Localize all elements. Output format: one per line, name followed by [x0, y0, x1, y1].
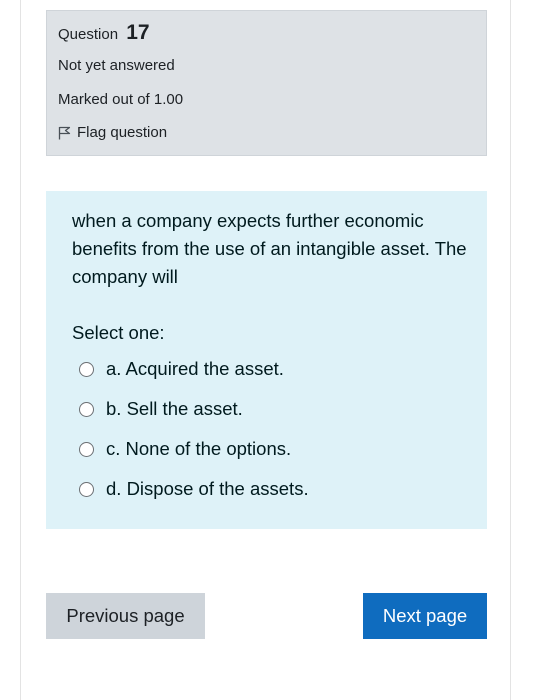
option-c-label[interactable]: c. None of the options.: [106, 438, 291, 460]
option-d[interactable]: d. Dispose of the assets.: [79, 478, 309, 500]
radio-button-c[interactable]: [79, 441, 94, 457]
question-number: 17: [126, 21, 150, 44]
radio-button-d[interactable]: [79, 481, 94, 497]
flag-question-link[interactable]: Flag question: [58, 124, 167, 141]
radio-button-a[interactable]: [79, 361, 94, 377]
option-c[interactable]: c. None of the options.: [79, 438, 291, 460]
question-title: Question 17: [58, 21, 150, 45]
question-marks: Marked out of 1.00: [58, 91, 184, 108]
option-b-label[interactable]: b. Sell the asset.: [106, 398, 243, 420]
flag-question-label: Flag question: [77, 124, 168, 141]
previous-page-button[interactable]: Previous page: [46, 593, 205, 639]
option-a[interactable]: a. Acquired the asset.: [79, 358, 284, 380]
option-b[interactable]: b. Sell the asset.: [79, 398, 243, 420]
radio-button-b[interactable]: [79, 401, 94, 417]
option-a-label[interactable]: a. Acquired the asset.: [106, 358, 284, 380]
question-label: Question: [58, 26, 119, 43]
question-content: when a company expects further economic …: [46, 191, 487, 529]
question-text: when a company expects further economic …: [72, 210, 467, 287]
answer-status: Not yet answered: [58, 57, 175, 74]
option-d-label[interactable]: d. Dispose of the assets.: [106, 478, 309, 500]
question-info-panel: Question 17 Not yet answered Marked out …: [46, 10, 487, 156]
flag-icon: [58, 126, 71, 140]
select-one-prompt: Select one:: [72, 322, 165, 343]
next-page-button[interactable]: Next page: [363, 593, 487, 639]
